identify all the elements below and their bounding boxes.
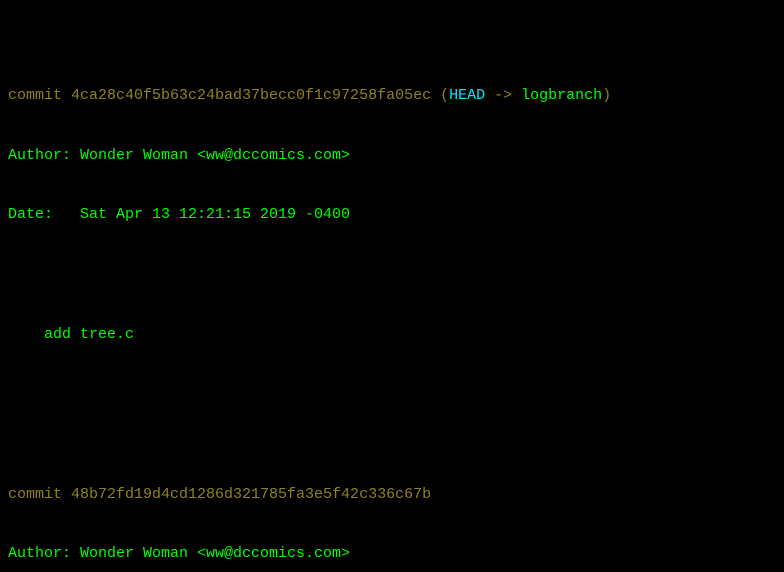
author-line: Author: Wonder Woman <ww@dccomics.com>: [8, 146, 776, 166]
commit-line: commit 48b72fd19d4cd1286d321785fa3e5f42c…: [8, 485, 776, 505]
blank-line: [8, 265, 776, 285]
commit-hash: 4ca28c40f5b63c24bad37becc0f1c97258fa05ec: [71, 87, 431, 104]
date-line: Date: Sat Apr 13 12:21:15 2019 -0400: [8, 205, 776, 225]
author-line: Author: Wonder Woman <ww@dccomics.com>: [8, 544, 776, 564]
git-log-output: commit 4ca28c40f5b63c24bad37becc0f1c9725…: [0, 0, 784, 572]
ref-open-paren: (: [431, 87, 449, 104]
ref-close-paren: ): [602, 87, 611, 104]
head-label: HEAD: [449, 87, 485, 104]
commit-message: add tree.c: [8, 325, 776, 345]
commit-prefix: commit: [8, 87, 71, 104]
blank-line: [8, 385, 776, 405]
commit-prefix: commit: [8, 486, 71, 503]
commit-line: commit 4ca28c40f5b63c24bad37becc0f1c9725…: [8, 86, 776, 106]
commit-hash: 48b72fd19d4cd1286d321785fa3e5f42c336c67b: [71, 486, 431, 503]
ref-arrow-icon: ->: [485, 87, 521, 104]
branch-name: logbranch: [521, 87, 602, 104]
